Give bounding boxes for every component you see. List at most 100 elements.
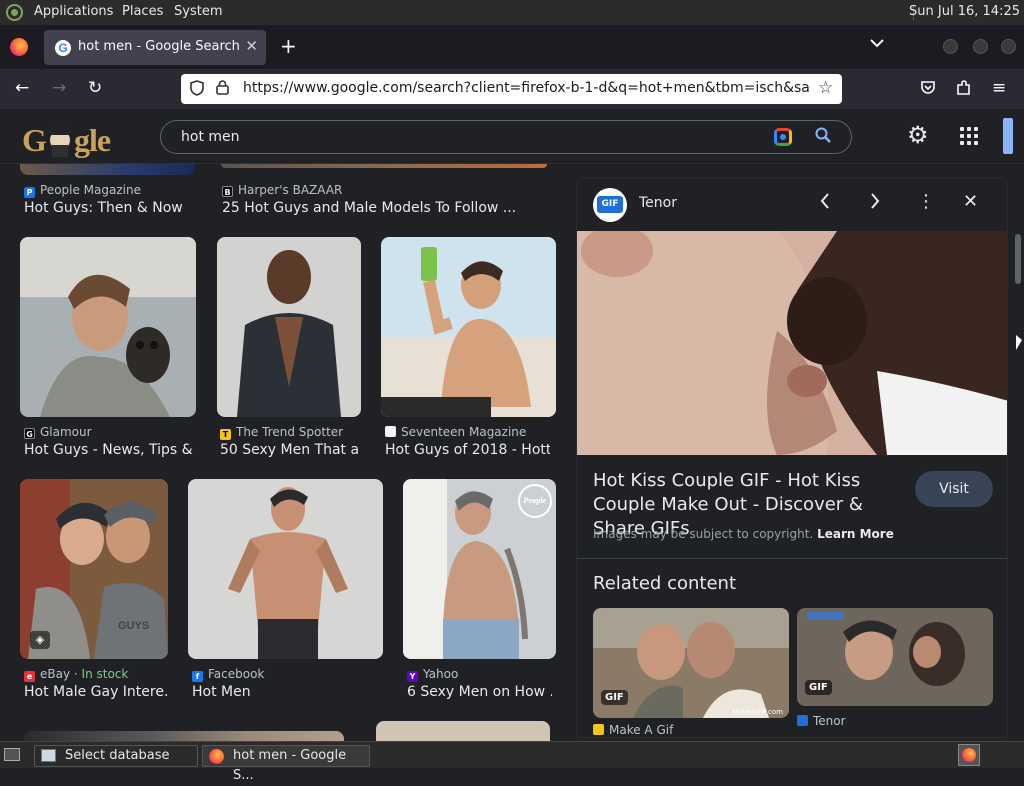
gif-badge: GIF xyxy=(601,690,628,705)
scrollbar-thumb[interactable] xyxy=(1015,234,1021,284)
url-text[interactable]: https://www.google.com/search?client=fir… xyxy=(243,80,811,96)
source-label: Harper's BAZAAR xyxy=(238,183,343,197)
in-stock-label: In stock xyxy=(81,667,129,681)
result-source[interactable]: P People Magazine xyxy=(24,183,141,198)
close-tab-icon[interactable]: ✕ xyxy=(245,37,258,55)
result-thumbnail[interactable] xyxy=(221,164,547,168)
tenor-favicon-icon xyxy=(797,715,808,726)
next-icon[interactable] xyxy=(869,192,881,215)
tenor-logo-icon[interactable]: GIF xyxy=(593,188,627,222)
result-thumbnail[interactable] xyxy=(20,164,195,175)
seventeen-favicon-icon xyxy=(385,426,396,437)
menu-system[interactable]: System xyxy=(174,4,222,19)
clock[interactable]: Sun Jul 16, 14:25 xyxy=(909,4,1020,19)
result-source[interactable]: G Glamour xyxy=(24,425,92,439)
result-thumbnail[interactable] xyxy=(381,237,556,417)
gif-badge: GIF xyxy=(805,680,832,695)
result-thumbnail[interactable]: People xyxy=(403,479,556,659)
source-label: People Magazine xyxy=(40,183,141,197)
apps-grid-icon[interactable] xyxy=(960,127,978,145)
taskbar-item-firefox[interactable]: hot men - Google S... xyxy=(202,745,370,783)
tab-active[interactable]: G hot men - Google Search ✕ xyxy=(44,30,266,65)
forward-icon[interactable]: → xyxy=(52,79,66,97)
distro-logo-icon[interactable] xyxy=(6,4,23,21)
chevron-down-icon[interactable] xyxy=(870,37,884,51)
show-desktop-icon[interactable] xyxy=(4,748,20,761)
related-thumbnail[interactable]: GIF MakeAGIF.com xyxy=(593,608,789,718)
image-preview-panel: GIF Tenor ⋮ ✕ Hot Kiss Couple GIF - Hot … xyxy=(576,178,1008,738)
related-source[interactable]: Make A Gif xyxy=(593,723,789,735)
shield-icon[interactable] xyxy=(190,80,204,100)
tab-bar: G hot men - Google Search ✕ + xyxy=(0,25,1024,69)
related-source[interactable]: Tenor xyxy=(797,714,846,728)
menu-applications[interactable]: Applications xyxy=(34,4,113,19)
source-label: Tenor xyxy=(813,714,846,728)
maximize-window-icon[interactable] xyxy=(973,39,988,54)
hamburger-menu-icon[interactable]: ≡ xyxy=(992,79,1006,97)
svg-text:G: G xyxy=(22,122,47,158)
result-thumbnail[interactable] xyxy=(188,479,383,659)
divider xyxy=(577,558,1007,559)
google-favicon-icon: G xyxy=(55,40,71,56)
result-title[interactable]: 25 Hot Guys and Male Models To Follow ..… xyxy=(222,200,562,216)
reload-icon[interactable]: ↻ xyxy=(88,79,102,97)
back-icon[interactable]: ← xyxy=(15,79,29,97)
pocket-icon[interactable] xyxy=(920,80,936,99)
result-thumbnail[interactable]: GUYS ◈ xyxy=(20,479,168,659)
result-source[interactable]: Seventeen Magazine xyxy=(385,425,526,439)
result-title[interactable]: Hot Guys of 2018 - Hott... xyxy=(385,442,550,458)
url-bar[interactable]: https://www.google.com/search?client=fir… xyxy=(181,74,842,104)
result-thumbnail[interactable] xyxy=(217,237,361,417)
visit-button[interactable]: Visit xyxy=(915,471,993,507)
workspace-switcher-icon[interactable] xyxy=(958,744,980,766)
header-scroll-indicator xyxy=(1003,118,1013,154)
mouse-cursor-icon xyxy=(1016,335,1022,350)
source-label: Yahoo xyxy=(423,667,459,681)
close-window-icon[interactable] xyxy=(1001,39,1016,54)
result-title[interactable]: Hot Guys - News, Tips & ... xyxy=(24,442,194,458)
result-title[interactable]: 50 Sexy Men That a... xyxy=(220,442,360,458)
source-name[interactable]: Tenor xyxy=(639,195,677,211)
search-box[interactable]: hot men xyxy=(160,120,852,154)
task-label: hot men - Google S... xyxy=(233,748,347,783)
close-icon[interactable]: ✕ xyxy=(963,192,978,212)
result-source[interactable]: e eBay · In stock xyxy=(24,667,128,682)
result-title[interactable]: Hot Guys: Then & Now xyxy=(24,200,204,216)
result-thumbnail[interactable] xyxy=(20,237,196,417)
google-lens-icon[interactable] xyxy=(774,128,792,146)
glamour-favicon-icon: G xyxy=(24,428,35,439)
new-tab-icon[interactable]: + xyxy=(280,36,297,56)
result-source[interactable]: Y Yahoo xyxy=(407,667,458,682)
lock-icon[interactable] xyxy=(216,80,229,99)
result-title[interactable]: 6 Sexy Men on How ... xyxy=(407,684,552,700)
window-icon xyxy=(41,749,56,762)
search-icon[interactable] xyxy=(815,127,831,147)
minimize-window-icon[interactable] xyxy=(943,39,958,54)
page-scrollbar[interactable] xyxy=(1013,164,1024,740)
yahoo-favicon-icon: Y xyxy=(407,671,418,682)
source-label: Facebook xyxy=(208,667,265,681)
bookmark-star-icon[interactable]: ☆ xyxy=(818,78,833,98)
svg-text:gle: gle xyxy=(74,122,111,158)
more-options-icon[interactable]: ⋮ xyxy=(917,192,935,212)
related-thumbnail[interactable]: GIF xyxy=(797,608,993,706)
result-source[interactable]: T The Trend Spotter xyxy=(220,425,343,440)
google-header: G gle hot men ⚙ xyxy=(0,109,1024,164)
result-thumbnail[interactable] xyxy=(376,721,550,741)
taskbar-item-select-database[interactable]: Select database xyxy=(34,745,198,767)
learn-more-link[interactable]: Learn More xyxy=(817,527,894,541)
extensions-puzzle-icon[interactable] xyxy=(956,80,972,100)
menu-places[interactable]: Places xyxy=(122,4,163,19)
result-source[interactable]: f Facebook xyxy=(192,667,264,682)
previous-icon[interactable] xyxy=(819,192,831,215)
result-source[interactable]: B Harper's BAZAAR xyxy=(222,183,342,197)
result-title[interactable]: Hot Men xyxy=(192,684,372,700)
source-label: Make A Gif xyxy=(609,723,674,735)
result-title[interactable]: Hot Male Gay Intere... xyxy=(24,684,169,700)
preview-image[interactable] xyxy=(577,231,1007,455)
google-doodle-logo[interactable]: G gle xyxy=(22,121,118,159)
source-label: Glamour xyxy=(40,425,92,439)
search-input[interactable]: hot men xyxy=(181,129,240,145)
settings-gear-icon[interactable]: ⚙ xyxy=(907,122,929,148)
result-thumbnail[interactable] xyxy=(24,731,344,741)
